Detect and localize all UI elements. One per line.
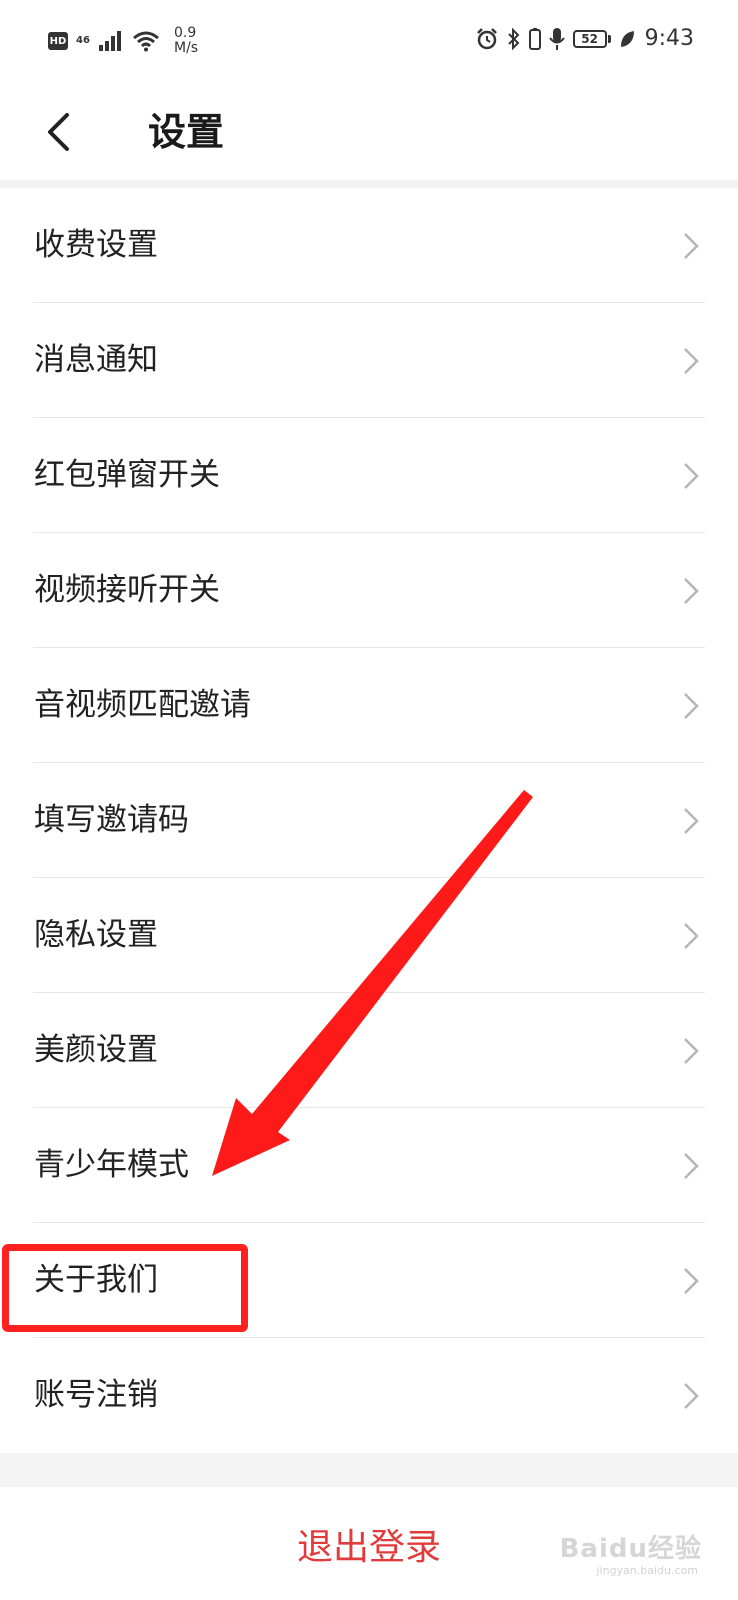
network-speed-unit: M/s bbox=[174, 40, 199, 56]
menu-item-label: 音视频匹配邀请 bbox=[34, 687, 251, 723]
menu-item-label: 红包弹窗开关 bbox=[34, 457, 220, 493]
network-type: 46 bbox=[76, 35, 90, 46]
menu-item-label: 视频接听开关 bbox=[34, 572, 220, 608]
chevron-right-icon bbox=[684, 808, 699, 834]
menu-item-label: 账号注销 bbox=[34, 1377, 158, 1413]
section-divider bbox=[0, 180, 738, 188]
phone-battery-icon bbox=[528, 27, 541, 50]
chevron-right-icon bbox=[684, 1153, 699, 1179]
nav-bar: 设置 bbox=[0, 84, 738, 180]
menu-item-label: 美颜设置 bbox=[34, 1032, 158, 1068]
signal-icon bbox=[99, 31, 121, 51]
chevron-right-icon bbox=[684, 233, 699, 259]
menu-item-label: 消息通知 bbox=[34, 342, 158, 378]
watermark-brand: Baidu经验 bbox=[559, 1534, 702, 1564]
menu-item-label: 青少年模式 bbox=[34, 1147, 189, 1183]
section-gap bbox=[0, 1453, 738, 1487]
menu-item-label: 收费设置 bbox=[34, 227, 158, 263]
back-button[interactable] bbox=[36, 106, 80, 158]
chevron-right-icon bbox=[684, 348, 699, 374]
menu-item-video-answer[interactable]: 视频接听开关 bbox=[0, 533, 738, 648]
menu-item-label: 隐私设置 bbox=[34, 917, 158, 953]
status-bar: HD 46 0.9 M/s 52 9:43 bbox=[0, 0, 738, 84]
status-bar-left: HD 46 0.9 M/s bbox=[48, 26, 198, 56]
wifi-icon bbox=[133, 31, 159, 52]
bluetooth-icon bbox=[507, 27, 520, 50]
chevron-right-icon bbox=[684, 1268, 699, 1294]
menu-item-account-cancellation[interactable]: 账号注销 bbox=[0, 1338, 738, 1453]
watermark-url: jingyan.baidu.com bbox=[596, 1564, 698, 1577]
settings-list: 收费设置 消息通知 红包弹窗开关 视频接听开关 音视频匹配邀请 填写邀请码 隐私… bbox=[0, 188, 738, 1453]
leaf-icon bbox=[620, 30, 634, 47]
page-title: 设置 bbox=[148, 110, 225, 154]
battery-icon: 52 bbox=[572, 29, 611, 48]
menu-item-invite-code[interactable]: 填写邀请码 bbox=[0, 763, 738, 878]
chevron-right-icon bbox=[684, 693, 699, 719]
chevron-right-icon bbox=[684, 1383, 699, 1409]
battery-level: 52 bbox=[572, 29, 607, 48]
menu-item-message-notifications[interactable]: 消息通知 bbox=[0, 303, 738, 418]
menu-item-about-us[interactable]: 关于我们 bbox=[0, 1223, 738, 1338]
chevron-left-icon bbox=[48, 113, 69, 151]
menu-item-charge-settings[interactable]: 收费设置 bbox=[0, 188, 738, 303]
chevron-right-icon bbox=[684, 578, 699, 604]
status-bar-right: 52 9:43 bbox=[475, 26, 694, 51]
menu-item-av-match-invite[interactable]: 音视频匹配邀请 bbox=[0, 648, 738, 763]
network-speed: 0.9 M/s bbox=[174, 26, 198, 56]
menu-item-label: 关于我们 bbox=[34, 1262, 158, 1298]
chevron-right-icon bbox=[684, 923, 699, 949]
menu-item-teen-mode[interactable]: 青少年模式 bbox=[0, 1108, 738, 1223]
menu-item-privacy-settings[interactable]: 隐私设置 bbox=[0, 878, 738, 993]
status-time: 9:43 bbox=[644, 26, 694, 51]
alarm-icon bbox=[476, 27, 497, 49]
menu-item-red-packet-popup[interactable]: 红包弹窗开关 bbox=[0, 418, 738, 533]
chevron-right-icon bbox=[684, 463, 699, 489]
menu-item-label: 填写邀请码 bbox=[34, 802, 189, 838]
chevron-right-icon bbox=[684, 1038, 699, 1064]
menu-item-beauty-settings[interactable]: 美颜设置 bbox=[0, 993, 738, 1108]
hd-badge: HD bbox=[48, 32, 68, 50]
microphone-icon bbox=[548, 27, 565, 50]
network-speed-value: 0.9 bbox=[174, 25, 197, 41]
